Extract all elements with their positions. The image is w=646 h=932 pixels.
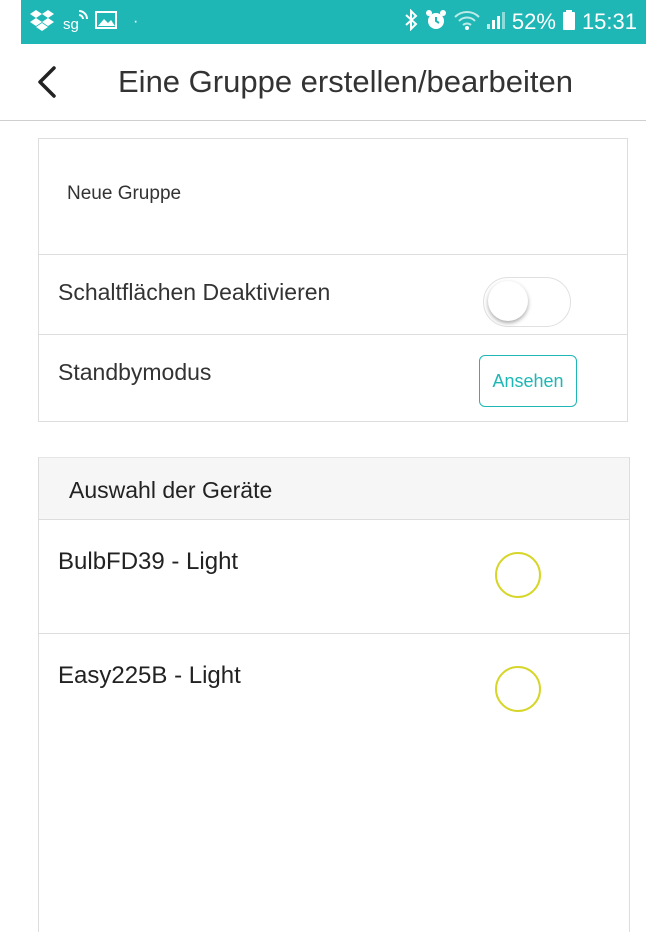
- view-standby-button[interactable]: Ansehen: [479, 355, 577, 407]
- page-title: Eine Gruppe erstellen/bearbeiten: [118, 64, 573, 99]
- disable-buttons-row: Schaltflächen Deaktivieren: [39, 255, 627, 335]
- device-name: BulbFD39 - Light: [58, 548, 239, 575]
- disable-buttons-label: Schaltflächen Deaktivieren: [58, 279, 331, 305]
- standby-label: Standbymodus: [58, 359, 212, 385]
- device-selection-card: Auswahl der Geräte BulbFD39 - Light Easy…: [38, 457, 630, 932]
- dropbox-icon: [29, 9, 55, 36]
- gallery-icon: [95, 10, 117, 35]
- group-settings-card: Schaltflächen Deaktivieren Standbymodus …: [38, 138, 628, 422]
- device-item[interactable]: Easy225B - Light: [39, 634, 629, 748]
- device-name: Easy225B - Light: [58, 662, 241, 689]
- bluetooth-icon: [404, 8, 418, 36]
- device-item[interactable]: BulbFD39 - Light: [39, 520, 629, 634]
- standby-row: Standbymodus Ansehen: [39, 335, 627, 423]
- status-bar-left: sg ·: [29, 7, 138, 38]
- status-bar: sg · 52% 15:31: [21, 0, 646, 44]
- app-bar: Eine Gruppe erstellen/bearbeiten: [0, 44, 646, 121]
- devices-section-title: Auswahl der Geräte: [69, 477, 273, 503]
- svg-text:sg: sg: [63, 16, 79, 33]
- disable-buttons-toggle[interactable]: [483, 277, 571, 327]
- group-name-input[interactable]: [67, 183, 567, 205]
- alarm-icon: [424, 8, 448, 37]
- wifi-icon: [454, 9, 480, 36]
- notification-dot: ·: [133, 13, 139, 30]
- device-select-radio[interactable]: [495, 666, 541, 712]
- clock: 15:31: [581, 9, 637, 34]
- toggle-knob: [488, 281, 528, 321]
- chevron-left-icon: [28, 66, 68, 106]
- signal-icon: [486, 10, 506, 35]
- devices-header: Auswahl der Geräte: [39, 457, 629, 520]
- group-name-row: [39, 139, 627, 255]
- battery-percent: 52%: [511, 9, 556, 34]
- sg-cast-icon: sg: [61, 7, 89, 38]
- device-select-radio[interactable]: [495, 552, 541, 598]
- battery-icon: [562, 9, 576, 36]
- status-bar-right: 52% 15:31: [404, 8, 637, 37]
- back-button[interactable]: [28, 62, 68, 102]
